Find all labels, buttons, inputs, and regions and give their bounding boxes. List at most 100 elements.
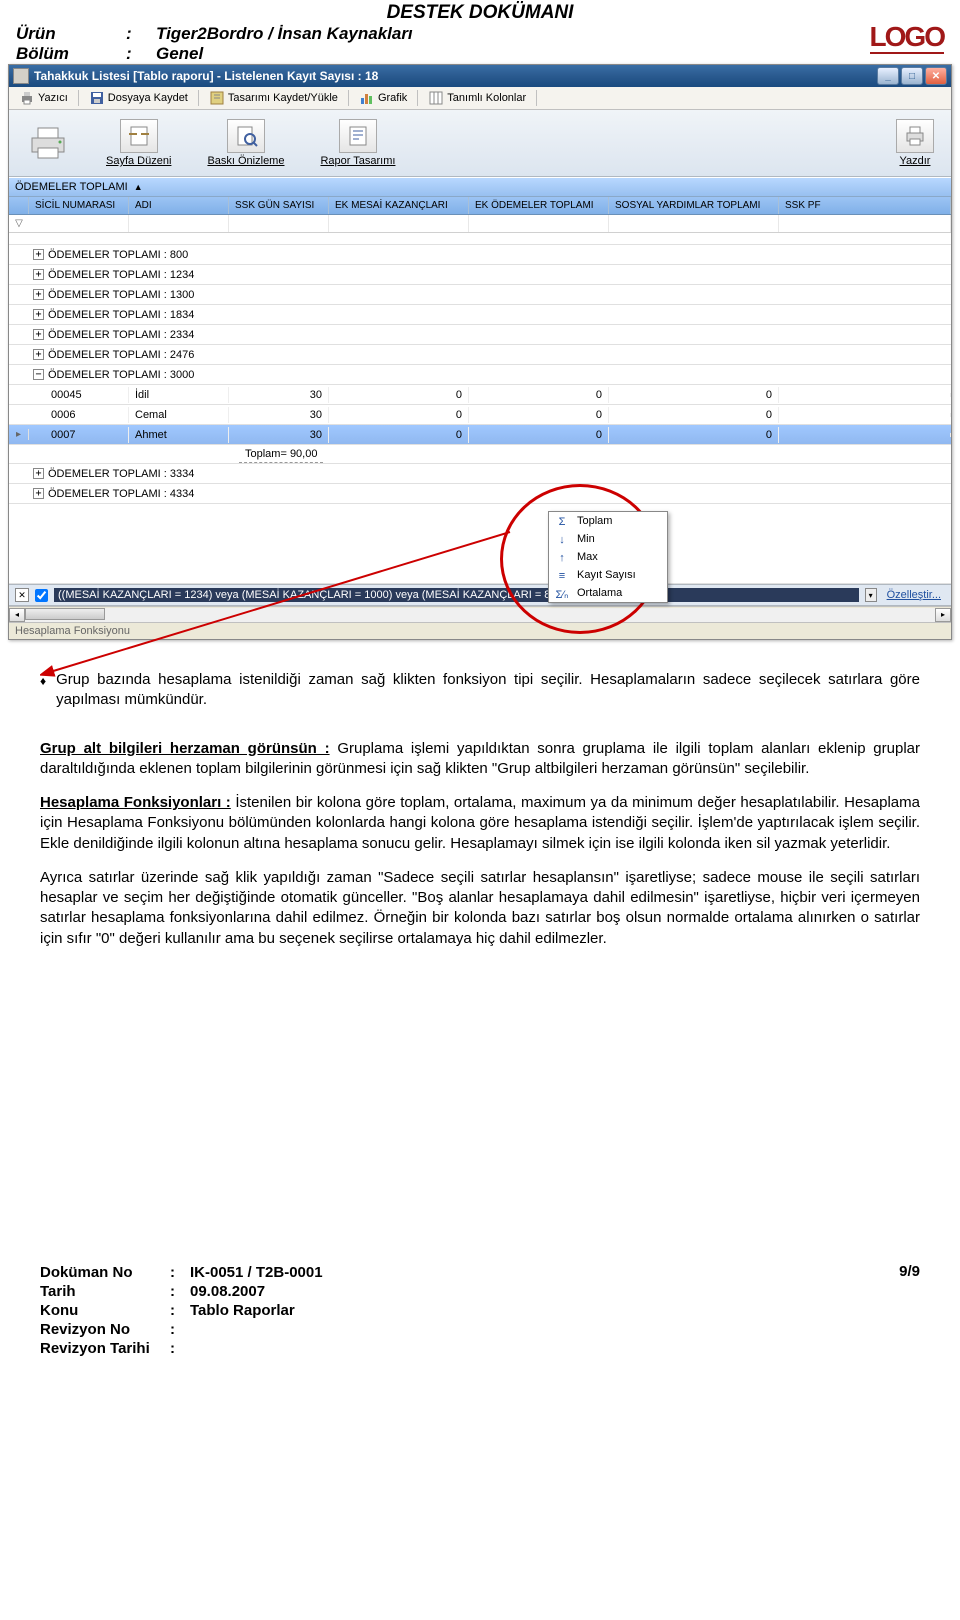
group-row[interactable]: + ÖDEMELER TOPLAMI : 1300 xyxy=(9,285,951,305)
menu-item-sum[interactable]: Σ Toplam xyxy=(549,512,667,530)
document-body: ♦ Grup bazında hesaplama istenildiği zam… xyxy=(0,640,960,973)
table-row[interactable]: 0006 Cemal 30 0 0 0 xyxy=(9,405,951,425)
paragraph: Ayrıca satırlar üzerinde sağ klik yapıld… xyxy=(40,868,920,949)
minimize-button[interactable]: _ xyxy=(877,67,899,85)
footer-doc-no-value: IK-0051 / T2B-0001 xyxy=(190,1263,323,1282)
max-icon: ↑ xyxy=(555,551,569,565)
maximize-button[interactable]: □ xyxy=(901,67,923,85)
count-icon: ≡ xyxy=(555,569,569,583)
group-row[interactable]: + ÖDEMELER TOPLAMI : 4334 xyxy=(9,484,951,504)
defined-columns-button[interactable]: Tanımlı Kolonlar xyxy=(422,89,532,107)
filter-expression: ((MESAİ KAZANÇLARI = 1234) veya (MESAİ K… xyxy=(54,588,859,602)
columns-icon xyxy=(428,90,444,106)
footer-rev-date-label: Revizyon Tarihi xyxy=(40,1339,170,1358)
menu-item-count[interactable]: ≡ Kayıt Sayısı xyxy=(549,566,667,584)
col-adi[interactable]: ADI xyxy=(129,197,229,214)
collapse-icon[interactable]: − xyxy=(33,369,44,380)
paragraph: Grup alt bilgileri herzaman görünsün : G… xyxy=(40,739,920,780)
printer-large-button[interactable] xyxy=(17,121,79,165)
group-row[interactable]: + ÖDEMELER TOPLAMI : 800 xyxy=(9,245,951,265)
scroll-left-button[interactable]: ◂ xyxy=(9,608,25,622)
page-number: 9/9 xyxy=(899,1263,920,1358)
product-label: Ürün xyxy=(16,24,126,44)
group-row-expanded[interactable]: − ÖDEMELER TOPLAMI : 3000 xyxy=(9,365,951,385)
menu-item-min[interactable]: ↓ Min xyxy=(549,530,667,548)
col-sosyal[interactable]: SOSYAL YARDIMLAR TOPLAMI xyxy=(609,197,779,214)
section-label: Bölüm xyxy=(16,44,126,64)
filter-enable-checkbox[interactable] xyxy=(35,589,48,602)
menu-item-avg[interactable]: Σ⁄ₙ Ortalama xyxy=(549,584,667,602)
group-row[interactable]: + ÖDEMELER TOPLAMI : 1234 xyxy=(9,265,951,285)
print-right-icon xyxy=(896,119,934,153)
column-headers: SİCİL NUMARASI ADI SSK GÜN SAYISI EK MES… xyxy=(9,197,951,215)
page-layout-button[interactable]: Sayfa Düzeni xyxy=(97,116,180,170)
design-icon xyxy=(209,90,225,106)
group-row[interactable]: + ÖDEMELER TOPLAMI : 3334 xyxy=(9,464,951,484)
print-preview-button[interactable]: Baskı Önizleme xyxy=(198,116,293,170)
expand-icon[interactable]: + xyxy=(33,468,44,479)
footer-subject-label: Konu xyxy=(40,1301,170,1320)
print-preview-icon xyxy=(227,119,265,153)
horizontal-scrollbar[interactable]: ◂ ▸ xyxy=(9,606,951,622)
filter-icon: ▽ xyxy=(9,215,29,232)
table-row[interactable]: 00045 İdil 30 0 0 0 xyxy=(9,385,951,405)
footer-doc-no-label: Doküman No xyxy=(40,1263,170,1282)
report-design-button[interactable]: Rapor Tasarımı xyxy=(311,116,404,170)
bullet-icon: ♦ xyxy=(40,670,46,725)
expand-icon[interactable]: + xyxy=(33,289,44,300)
group-row[interactable]: + ÖDEMELER TOPLAMI : 1834 xyxy=(9,305,951,325)
expand-icon[interactable]: + xyxy=(33,309,44,320)
col-ssk[interactable]: SSK GÜN SAYISI xyxy=(229,197,329,214)
footer-date-value: 09.08.2007 xyxy=(190,1282,323,1301)
scroll-thumb[interactable] xyxy=(25,608,105,620)
printer-icon xyxy=(19,90,35,106)
document-footer: Doküman No : IK-0051 / T2B-0001 Tarih : … xyxy=(0,1253,960,1378)
expand-icon[interactable]: + xyxy=(33,329,44,340)
col-ek-odeme[interactable]: EK ÖDEMELER TOPLAMI xyxy=(469,197,609,214)
scroll-right-button[interactable]: ▸ xyxy=(935,608,951,622)
print-button[interactable]: Yazıcı xyxy=(13,89,74,107)
bottom-panel-tab[interactable]: Hesaplama Fonksiyonu xyxy=(9,622,951,639)
save-icon xyxy=(89,90,105,106)
filter-bar: ✕ ((MESAİ KAZANÇLARI = 1234) veya (MESAİ… xyxy=(9,584,951,606)
page-layout-icon xyxy=(120,119,158,153)
logo: LOGO xyxy=(824,24,944,49)
expand-icon[interactable]: + xyxy=(33,249,44,260)
save-to-file-button[interactable]: Dosyaya Kaydet xyxy=(83,89,194,107)
table-row-selected[interactable]: ▸ 0007 Ahmet 30 0 0 0 xyxy=(9,425,951,445)
sum-icon: Σ xyxy=(555,515,569,529)
col-ek-mesai[interactable]: EK MESAİ KAZANÇLARI xyxy=(329,197,469,214)
window-title: Tahakkuk Listesi [Tablo raporu] - Listel… xyxy=(34,69,877,83)
close-button[interactable]: ✕ xyxy=(925,67,947,85)
group-row[interactable]: + ÖDEMELER TOPLAMI : 2334 xyxy=(9,325,951,345)
chart-button[interactable]: Grafik xyxy=(353,89,413,107)
summary-row: Toplam= 90,00 xyxy=(9,445,951,464)
printer-large-icon xyxy=(26,124,70,162)
paragraph: Grup bazında hesaplama istenildiği zaman… xyxy=(56,670,920,711)
filter-customize-link[interactable]: Özelleştir... xyxy=(883,589,945,601)
expand-icon[interactable]: + xyxy=(33,349,44,360)
group-by-header[interactable]: ÖDEMELER TOPLAMI ▲ xyxy=(9,177,951,197)
menu-item-max[interactable]: ↑ Max xyxy=(549,548,667,566)
expand-icon[interactable]: + xyxy=(33,269,44,280)
save-load-design-button[interactable]: Tasarımı Kaydet/Yükle xyxy=(203,89,344,107)
col-ssk-pf[interactable]: SSK PF xyxy=(779,197,951,214)
avg-icon: Σ⁄ₙ xyxy=(555,587,569,601)
expand-icon[interactable]: + xyxy=(33,488,44,499)
application-window: Tahakkuk Listesi [Tablo raporu] - Listel… xyxy=(8,64,952,640)
product-value: Tiger2Bordro / İnsan Kaynakları xyxy=(156,24,824,44)
filter-dropdown-button[interactable]: ▾ xyxy=(865,588,877,602)
group-row[interactable]: + ÖDEMELER TOPLAMI : 2476 xyxy=(9,345,951,365)
filter-row[interactable]: ▽ xyxy=(9,215,951,233)
window-titlebar[interactable]: Tahakkuk Listesi [Tablo raporu] - Listel… xyxy=(9,65,951,87)
footer-date-label: Tarih xyxy=(40,1282,170,1301)
section-value: Genel xyxy=(156,44,824,64)
col-sicil[interactable]: SİCİL NUMARASI xyxy=(29,197,129,214)
screenshot-area: Tahakkuk Listesi [Tablo raporu] - Listel… xyxy=(0,64,960,640)
min-icon: ↓ xyxy=(555,533,569,547)
print-right-button[interactable]: Yazdır xyxy=(887,116,943,170)
current-row-icon: ▸ xyxy=(9,429,29,440)
filter-close-button[interactable]: ✕ xyxy=(15,588,29,602)
chart-icon xyxy=(359,90,375,106)
sum-value: Toplam= 90,00 xyxy=(239,446,323,463)
